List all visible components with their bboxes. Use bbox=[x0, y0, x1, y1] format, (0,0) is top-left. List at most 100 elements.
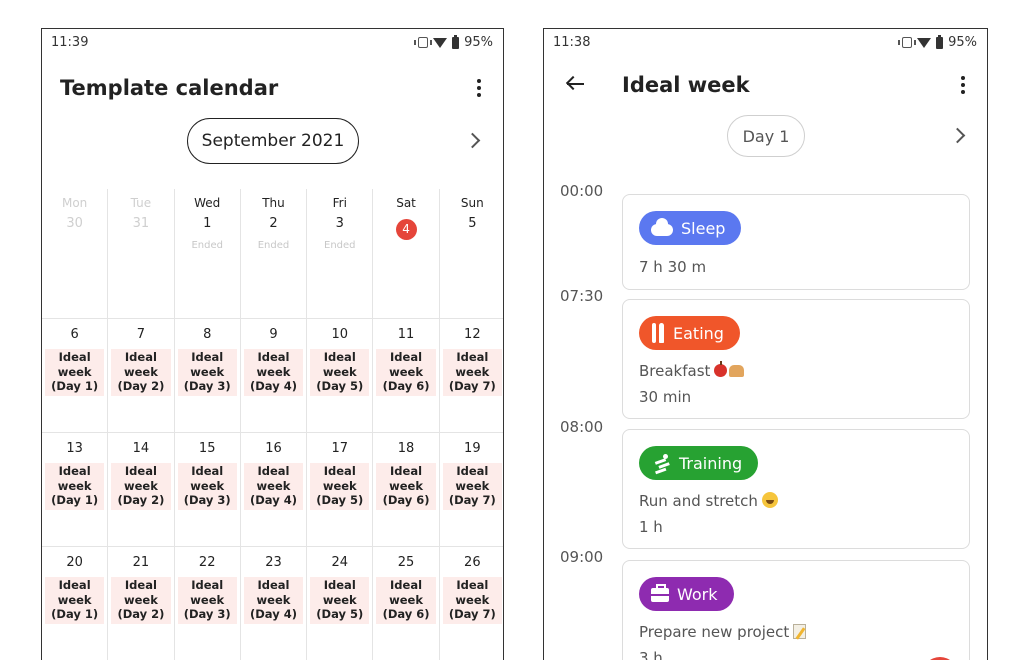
template-chip-line: (Day 3) bbox=[183, 379, 231, 393]
template-chip[interactable]: Ideal week (Day 3) bbox=[177, 463, 237, 510]
template-chip-line: week bbox=[190, 478, 225, 493]
more-options-icon[interactable] bbox=[469, 77, 489, 99]
template-chip[interactable]: Ideal week (Day 6) bbox=[376, 349, 436, 396]
template-chip[interactable]: Ideal week (Day 2) bbox=[111, 349, 171, 396]
category-tag: Training bbox=[639, 446, 759, 480]
calendar-day-cell[interactable]: 7 Ideal week (Day 2) bbox=[108, 319, 175, 432]
template-chip-line: (Day 7) bbox=[448, 493, 496, 507]
template-chip-line: (Day 7) bbox=[448, 607, 496, 621]
calendar-day-cell[interactable]: 24 Ideal week (Day 5) bbox=[307, 547, 374, 660]
calendar-day-cell[interactable]: 8 Ideal week (Day 3) bbox=[175, 319, 241, 432]
date-number: 1 bbox=[203, 216, 212, 231]
calendar-day-cell[interactable]: 19 Ideal week (Day 7) bbox=[440, 433, 503, 546]
calendar-day-cell[interactable]: 9 Ideal week (Day 4) bbox=[241, 319, 308, 432]
wifi-icon bbox=[917, 37, 932, 48]
template-chip-line: Ideal bbox=[390, 464, 423, 478]
calendar-day-cell[interactable]: 12 Ideal week (Day 7) bbox=[440, 319, 503, 432]
template-chip-line: Ideal bbox=[456, 350, 489, 364]
template-chip[interactable]: Ideal week (Day 2) bbox=[111, 577, 171, 624]
template-chip-line: Ideal bbox=[124, 350, 157, 364]
battery-icon bbox=[936, 34, 944, 49]
calendar-day-cell[interactable]: 25 Ideal week (Day 6) bbox=[373, 547, 440, 660]
template-chip[interactable]: Ideal week (Day 4) bbox=[243, 463, 304, 510]
template-chip-line: (Day 7) bbox=[448, 379, 496, 393]
calendar-day-cell[interactable]: Sat 4 bbox=[373, 189, 440, 318]
calendar-day-cell[interactable]: Sun 5 bbox=[440, 189, 503, 318]
template-chip[interactable]: Ideal week (Day 3) bbox=[177, 577, 237, 624]
template-chip[interactable]: Ideal week (Day 2) bbox=[111, 463, 171, 510]
calendar-day-cell[interactable]: 11 Ideal week (Day 6) bbox=[373, 319, 440, 432]
event-card-eating[interactable]: Eating Breakfast 30 min bbox=[622, 299, 970, 419]
today-date-number: 4 bbox=[395, 219, 417, 240]
template-chip[interactable]: Ideal week (Day 6) bbox=[376, 577, 436, 624]
template-chip-line: week bbox=[322, 592, 357, 607]
template-chip[interactable]: Ideal week (Day 1) bbox=[45, 349, 105, 396]
template-chip-line: (Day 5) bbox=[316, 493, 364, 507]
template-chip-line: (Day 6) bbox=[382, 379, 430, 393]
calendar-day-cell[interactable]: 18 Ideal week (Day 6) bbox=[373, 433, 440, 546]
template-chip-line: week bbox=[190, 364, 225, 379]
calendar-day-cell[interactable]: Fri 3 Ended bbox=[307, 189, 374, 318]
event-card-sleep[interactable]: Sleep 7 h 30 m bbox=[622, 194, 970, 290]
template-chip[interactable]: Ideal week (Day 5) bbox=[310, 577, 370, 624]
template-chip-line: (Day 6) bbox=[382, 607, 430, 621]
calendar-day-cell[interactable]: 15 Ideal week (Day 3) bbox=[175, 433, 241, 546]
template-chip[interactable]: Ideal week (Day 7) bbox=[442, 463, 502, 510]
calendar-day-cell[interactable]: 17 Ideal week (Day 5) bbox=[307, 433, 374, 546]
calendar-day-cell[interactable]: 26 Ideal week (Day 7) bbox=[440, 547, 503, 660]
calendar-day-cell[interactable]: Tue 31 bbox=[108, 189, 175, 318]
event-duration: 1 h bbox=[639, 518, 663, 536]
template-chip-line: Ideal bbox=[257, 350, 290, 364]
calendar-day-cell[interactable]: Wed 1 Ended bbox=[175, 189, 241, 318]
template-chip-line: Ideal bbox=[58, 350, 91, 364]
template-chip[interactable]: Ideal week (Day 5) bbox=[310, 463, 370, 510]
calendar-day-cell[interactable]: Mon 30 bbox=[42, 189, 109, 318]
date-number: 16 bbox=[265, 441, 282, 456]
date-number: 31 bbox=[132, 216, 150, 231]
template-chip-line: Ideal bbox=[191, 464, 224, 478]
calendar-day-cell[interactable]: 10 Ideal week (Day 5) bbox=[307, 319, 374, 432]
template-chip[interactable]: Ideal week (Day 1) bbox=[45, 463, 105, 510]
template-chip-line: (Day 1) bbox=[51, 379, 99, 393]
calendar-day-cell[interactable]: Thu 2 Ended bbox=[241, 189, 308, 318]
template-chip[interactable]: Ideal week (Day 6) bbox=[376, 463, 436, 510]
calendar-day-cell[interactable]: 23 Ideal week (Day 4) bbox=[241, 547, 308, 660]
calendar-day-cell[interactable]: 6 Ideal week (Day 1) bbox=[42, 319, 109, 432]
event-description: Prepare new project bbox=[639, 623, 807, 641]
next-day-chevron-icon[interactable] bbox=[949, 127, 966, 144]
template-chip[interactable]: Ideal week (Day 4) bbox=[243, 577, 304, 624]
back-arrow-icon[interactable] bbox=[565, 74, 585, 94]
template-chip-line: (Day 1) bbox=[51, 607, 99, 621]
template-chip-line: week bbox=[57, 364, 92, 379]
calendar-day-cell[interactable]: 13 Ideal week (Day 1) bbox=[42, 433, 109, 546]
template-chip[interactable]: Ideal week (Day 1) bbox=[45, 577, 105, 624]
battery-level: 95% bbox=[464, 35, 493, 50]
calendar-day-cell[interactable]: 20 Ideal week (Day 1) bbox=[42, 547, 109, 660]
template-chip-line: Ideal bbox=[390, 578, 423, 592]
event-card-training[interactable]: Training Run and stretch 1 h bbox=[622, 429, 970, 549]
template-chip[interactable]: Ideal week (Day 3) bbox=[177, 349, 237, 396]
template-chip[interactable]: Ideal week (Day 4) bbox=[243, 349, 304, 396]
event-card-work[interactable]: Work Prepare new project 3 h bbox=[622, 560, 970, 660]
category-label: Work bbox=[677, 584, 718, 604]
next-month-chevron-icon[interactable] bbox=[464, 132, 481, 149]
template-chip-line: week bbox=[256, 364, 291, 379]
template-chip[interactable]: Ideal week (Day 5) bbox=[310, 349, 370, 396]
calendar-day-cell[interactable]: 21 Ideal week (Day 2) bbox=[108, 547, 175, 660]
day-selector[interactable]: Day 1 bbox=[727, 115, 805, 157]
more-options-icon[interactable] bbox=[953, 74, 973, 96]
ideal-week-screen: 11:38 95% Ideal week Day 1 00:00 07:30 0… bbox=[543, 28, 988, 660]
calendar-day-cell[interactable]: 16 Ideal week (Day 4) bbox=[241, 433, 308, 546]
calendar-week-row: 6 Ideal week (Day 1) 7 Ideal week (Day 2) 8 Ideal… bbox=[42, 319, 503, 433]
template-chip[interactable]: Ideal week (Day 7) bbox=[442, 349, 502, 396]
month-selector[interactable]: September 2021 bbox=[187, 118, 359, 164]
template-calendar-screen: 11:39 95% Template calendar September 20… bbox=[41, 28, 504, 660]
calendar-day-cell[interactable]: 14 Ideal week (Day 2) bbox=[108, 433, 175, 546]
ended-label: Ended bbox=[324, 240, 356, 251]
template-chip-line: week bbox=[123, 592, 158, 607]
today-marker: 4 bbox=[373, 216, 438, 240]
template-chip-line: week bbox=[123, 364, 158, 379]
template-chip[interactable]: Ideal week (Day 7) bbox=[442, 577, 502, 624]
calendar-day-cell[interactable]: 22 Ideal week (Day 3) bbox=[175, 547, 241, 660]
template-chip-line: (Day 4) bbox=[250, 493, 297, 507]
